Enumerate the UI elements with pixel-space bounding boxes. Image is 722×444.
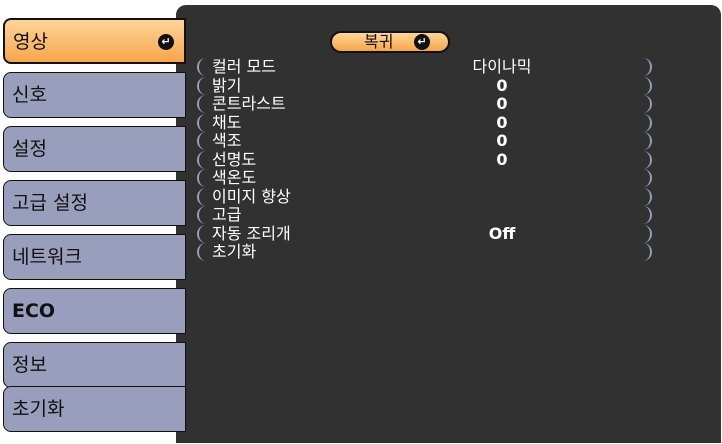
tab-picture[interactable]: 영상 ↵ <box>3 18 186 64</box>
tab-info[interactable]: 정보 <box>3 342 186 388</box>
menu-item-sharpness[interactable]: 선명도 0 <box>197 149 652 170</box>
tab-network[interactable]: 네트워크 <box>3 234 186 280</box>
tab-label: 네트워크 <box>12 246 82 268</box>
menu-item-value: 0 <box>496 75 508 95</box>
menu-item-label: 초기화 <box>212 242 257 261</box>
menu-item-value: Off <box>488 223 516 243</box>
menu-items: 컬러 모드 다이나믹 밝기 0 콘트라스트 0 채도 0 색조 0 선명도 0 … <box>197 57 652 262</box>
menu-item-label: 자동 조리개 <box>212 223 291 243</box>
menu-item-brightness[interactable]: 밝기 0 <box>197 75 652 96</box>
back-button[interactable]: 복귀 ↵ <box>330 31 450 53</box>
tab-label: 영상 <box>13 31 48 53</box>
tab-eco[interactable]: ECO <box>3 288 186 334</box>
menu-item-label: 밝기 <box>212 75 242 95</box>
tab-label: 정보 <box>12 354 47 376</box>
menu-item-value: 다이나믹 <box>472 57 532 76</box>
enter-icon: ↵ <box>158 34 174 50</box>
menu-item-label: 이미지 향상 <box>212 186 291 206</box>
enter-icon: ↵ <box>414 34 430 50</box>
menu-item-contrast[interactable]: 콘트라스트 0 <box>197 94 652 114</box>
menu-item-label: 선명도 <box>212 149 257 169</box>
tab-signal[interactable]: 신호 <box>3 72 186 118</box>
menu-item-value: 0 <box>496 149 508 169</box>
menu-item-value: 0 <box>496 131 508 150</box>
menu-item-color-mode[interactable]: 컬러 모드 다이나믹 <box>197 57 652 77</box>
menu-item-label: 채도 <box>212 112 242 132</box>
menu-item-label: 고급 <box>212 205 242 224</box>
menu-item-label: 컬러 모드 <box>212 57 276 76</box>
menu-item-label: 색조 <box>212 131 242 150</box>
tab-label: 설정 <box>12 138 47 160</box>
tab-reset[interactable]: 초기화 <box>3 386 186 432</box>
menu-item-saturation[interactable]: 채도 0 <box>197 112 652 133</box>
back-button-label: 복귀 <box>364 32 394 51</box>
menu-item-label: 색온도 <box>212 168 257 187</box>
tab-extended[interactable]: 고급 설정 <box>3 180 186 226</box>
tab-label: 초기화 <box>12 398 65 420</box>
menu-item-value: 0 <box>496 94 508 113</box>
menu-item-value: 0 <box>496 112 508 132</box>
menu-item-color-temp[interactable]: 색온도 <box>197 168 652 188</box>
menu-item-advanced[interactable]: 고급 <box>197 205 652 225</box>
menu-item-label: 콘트라스트 <box>212 94 286 113</box>
menu-item-reset[interactable]: 초기화 <box>197 242 652 262</box>
tab-label: ECO <box>12 300 56 322</box>
tab-label: 신호 <box>12 84 47 106</box>
tab-settings[interactable]: 설정 <box>3 126 186 172</box>
menu-item-auto-iris[interactable]: 자동 조리개 Off <box>197 223 652 244</box>
menu-item-image-enhancement[interactable]: 이미지 향상 <box>197 186 652 207</box>
tab-label: 고급 설정 <box>12 192 88 214</box>
menu-item-tint[interactable]: 색조 0 <box>197 131 652 151</box>
